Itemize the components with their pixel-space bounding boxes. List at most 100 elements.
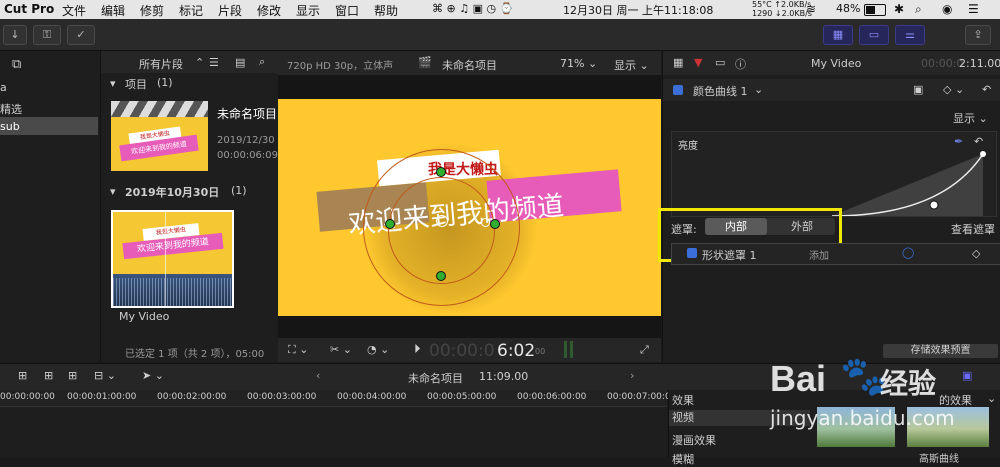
inspector-clip-title: My Video xyxy=(811,57,862,70)
chevron-down-icon[interactable]: ⌄ xyxy=(754,83,763,96)
clip-name[interactable]: My Video xyxy=(119,310,169,323)
app-menu[interactable]: Cut Pro xyxy=(4,2,54,16)
menu-file[interactable]: 文件 xyxy=(62,2,86,19)
mask-handle-bottom[interactable] xyxy=(436,271,446,281)
mask-inner-button[interactable]: 内部 xyxy=(705,218,767,235)
filter-chevron-icon[interactable]: ⌃ xyxy=(195,56,204,69)
project-thumbnail[interactable]: 我是大懒虫 欢迎来到我的频道 xyxy=(111,101,208,171)
nav-back-icon[interactable]: ‹ xyxy=(316,369,320,382)
list-view-icon[interactable]: ☰ xyxy=(209,56,219,69)
viewer-display[interactable]: 显示 ⌄ xyxy=(614,57,649,73)
audio-meter-right xyxy=(570,341,573,358)
video-canvas[interactable]: 我是大懒虫 欢迎来到我的频道 xyxy=(278,99,661,316)
menu-window[interactable]: 窗口 xyxy=(335,2,359,19)
layout-browser-icon[interactable]: ▦ xyxy=(823,25,853,45)
effect-thumbnail-label[interactable]: 高斯曲线 xyxy=(919,450,959,465)
select-tool-icon[interactable]: ➤ ⌄ xyxy=(142,369,164,382)
sidebar-item-sub[interactable]: sub xyxy=(0,117,98,135)
ellipse-icon[interactable]: ◯ xyxy=(902,246,914,259)
overwrite-icon[interactable]: ⊟ ⌄ xyxy=(94,369,116,382)
menu-trim[interactable]: 修剪 xyxy=(140,2,164,19)
share-icon[interactable]: ⇪ xyxy=(965,25,991,45)
import-icon[interactable]: ↓ xyxy=(3,25,27,45)
timeline-area[interactable]: 00:00:00:00 00:00:01:00:00 00:00:02:00:0… xyxy=(0,390,676,457)
project-title[interactable]: 未命名项目 xyxy=(217,105,277,122)
wifi-icon[interactable]: ≋ xyxy=(806,2,816,16)
mask-handle-top[interactable] xyxy=(436,167,446,177)
mask-center-handle[interactable] xyxy=(436,215,448,227)
viewer-zoom[interactable]: 71% ⌄ xyxy=(560,57,597,70)
search-icon[interactable]: ⌕ xyxy=(915,2,922,17)
effects-category-video[interactable]: 视频 xyxy=(669,410,810,426)
mask-handle-left[interactable] xyxy=(385,219,395,229)
timeline-toolbar: ⊞ ⊞ ⊞ ⊟ ⌄ ➤ ⌄ ‹ 未命名项目 11:09.00 › ▣ xyxy=(0,363,1000,390)
mask-rotate-handle[interactable] xyxy=(417,169,426,178)
check-icon[interactable]: ✓ xyxy=(67,25,95,45)
effect-name[interactable]: 颜色曲线 1 xyxy=(693,83,748,99)
disclosure-icon[interactable]: ▾ xyxy=(110,77,116,90)
play-icon[interactable]: ⏵ xyxy=(414,342,421,357)
effects-category-blur[interactable]: 模糊 xyxy=(672,451,694,467)
menu-list-icon[interactable]: ☰ xyxy=(968,2,979,16)
menu-edit[interactable]: 编辑 xyxy=(101,2,125,19)
speed-icon[interactable]: ◔ ⌄ xyxy=(367,343,389,356)
libraries-icon[interactable]: ⧉ xyxy=(12,57,21,72)
keyframe-icon[interactable]: ◇ ⌄ xyxy=(943,83,964,96)
reset-icon[interactable]: ↶ xyxy=(982,83,991,96)
mask-outer-button[interactable]: 外部 xyxy=(771,218,833,235)
keyframe-icon[interactable]: ◇ xyxy=(972,247,980,260)
layout-timeline-icon[interactable]: ▭ xyxy=(859,25,889,45)
chevron-down-icon[interactable]: ⌄ xyxy=(987,392,996,405)
menu-help[interactable]: 帮助 xyxy=(374,2,398,19)
inspector-display[interactable]: 显示 ⌄ xyxy=(953,110,988,126)
fullscreen-icon[interactable]: ⤢ xyxy=(640,343,649,357)
layout-inspector-icon[interactable]: ⚌ xyxy=(895,25,925,45)
menubar-clock[interactable]: 12月30日 周一 上午11:18:08 xyxy=(563,2,713,18)
search-icon[interactable]: ⌕ xyxy=(259,55,265,69)
menu-modify[interactable]: 修改 xyxy=(257,2,281,19)
add-button[interactable]: 添加 xyxy=(809,247,829,262)
luma-curve-panel[interactable]: 亮度 ✒ ↶ xyxy=(671,131,997,217)
sidebar-item-a[interactable]: a xyxy=(0,81,7,94)
disclosure-icon[interactable]: ▾ xyxy=(110,185,116,198)
user-icon[interactable]: ◉ xyxy=(942,2,952,16)
effects-overlay-icon[interactable]: ✂ ⌄ xyxy=(330,343,352,356)
append-icon[interactable]: ⊞ xyxy=(68,369,77,382)
bluetooth-icon[interactable]: ✱ xyxy=(894,2,904,16)
status-icons[interactable]: ⌘ ⊕ ♫ ▣ ◷ ⌚ xyxy=(432,2,513,15)
filmstrip-icon[interactable]: ▤ xyxy=(235,56,245,69)
shape-mask-name[interactable]: 形状遮罩 1 xyxy=(702,247,757,263)
effect-thumbnail-1[interactable] xyxy=(817,407,895,447)
connect-icon[interactable]: ⊞ xyxy=(18,369,27,382)
mask-feather-handle[interactable] xyxy=(481,218,490,227)
color-icon[interactable]: ▼ xyxy=(694,56,702,69)
effect-thumbnail-2[interactable] xyxy=(907,407,989,447)
timeline-ruler[interactable]: 00:00:00:00 00:00:01:00:00 00:00:02:00:0… xyxy=(0,390,676,407)
shape-mask-checkbox[interactable] xyxy=(687,248,697,258)
insert-icon[interactable]: ⊞ xyxy=(44,369,53,382)
effects-browser-icon[interactable]: ▣ xyxy=(962,369,972,382)
info-icon[interactable]: ⓘ xyxy=(735,56,746,72)
save-preset-button[interactable]: 存储效果预置 xyxy=(883,344,998,358)
transform-icon[interactable]: ⛶ ⌄ xyxy=(288,343,308,357)
battery-icon[interactable] xyxy=(864,4,886,16)
mask-shape-icon[interactable]: ▣ xyxy=(913,83,923,96)
sidebar-item-featured[interactable]: 精选 xyxy=(0,101,22,117)
nav-forward-icon[interactable]: › xyxy=(630,369,634,382)
filter-icon[interactable]: ▭ xyxy=(715,56,725,69)
luma-curve[interactable] xyxy=(672,132,996,216)
effects-category-comic[interactable]: 漫画效果 xyxy=(672,432,716,448)
view-mask-button[interactable]: 查看遮罩 xyxy=(951,221,995,237)
menu-view[interactable]: 显示 xyxy=(296,2,320,19)
mask-handle-right[interactable] xyxy=(490,219,500,229)
effect-enable-checkbox[interactable] xyxy=(673,85,683,95)
keyword-icon[interactable]: ⚿ xyxy=(33,25,61,45)
battery-percent[interactable]: 48% xyxy=(836,2,860,15)
film-icon[interactable]: ▦ xyxy=(673,56,683,69)
menu-mark[interactable]: 标记 xyxy=(179,2,203,19)
timeline-duration: 11:09.00 xyxy=(479,370,529,383)
mask-inner-circle[interactable] xyxy=(388,177,495,284)
clip-filter[interactable]: 所有片段 xyxy=(139,56,183,72)
clip-thumbnail[interactable]: 我是大懒虫 欢迎来到我的频道 xyxy=(111,210,234,308)
menu-clip[interactable]: 片段 xyxy=(218,2,242,19)
